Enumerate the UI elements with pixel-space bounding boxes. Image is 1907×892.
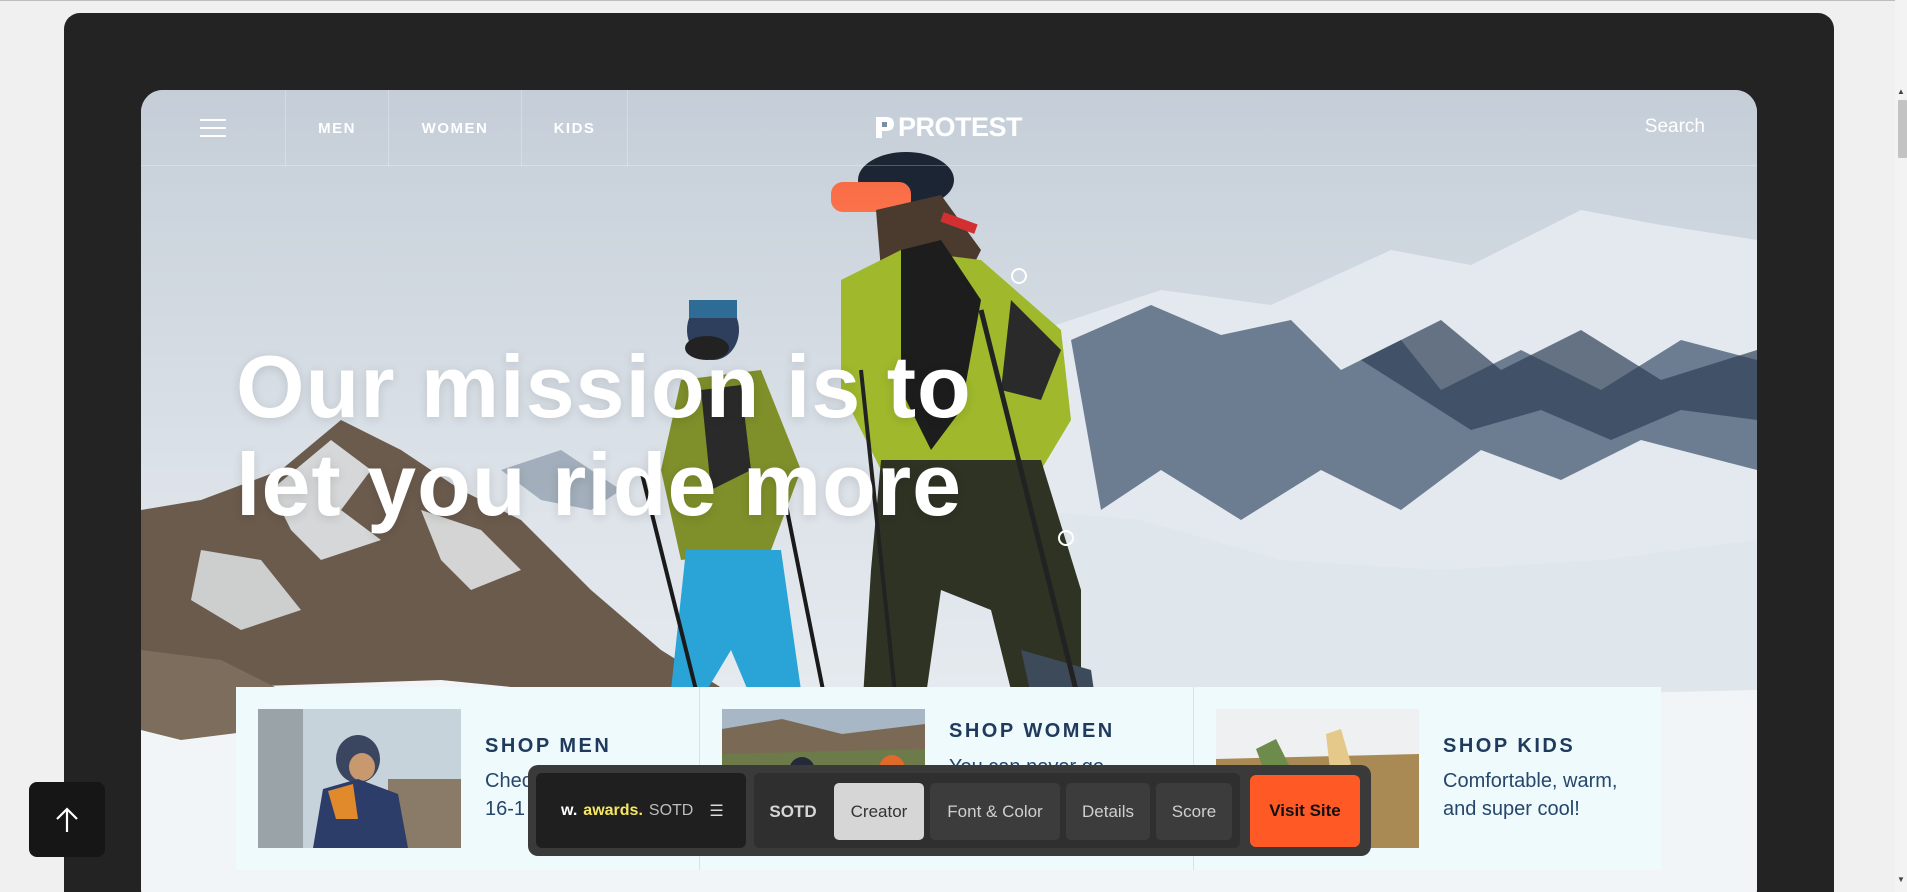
product-hotspot-pole[interactable] xyxy=(1058,530,1074,546)
tab-font-color[interactable]: Font & Color xyxy=(930,783,1060,840)
menu-button[interactable] xyxy=(141,90,286,166)
nav-link-kids[interactable]: KIDS xyxy=(522,90,628,166)
list-icon[interactable]: ☰ xyxy=(709,801,723,821)
tab-score[interactable]: Score xyxy=(1156,783,1232,840)
nav-link-men-label: MEN xyxy=(318,119,356,137)
nav-link-women-label: WOMEN xyxy=(421,119,489,137)
scroll-down-arrow-icon[interactable]: ▼ xyxy=(1897,876,1905,884)
shop-men-thumbnail xyxy=(258,709,461,848)
site-header: MEN WOMEN KIDS PROTEST Search xyxy=(141,90,1757,166)
browser-scrollbar[interactable]: ▲ ▼ xyxy=(1895,0,1907,892)
protest-logo-icon xyxy=(876,117,894,138)
search-link[interactable]: Search xyxy=(1645,116,1705,138)
awards-brand[interactable]: w. awards. SOTD ☰ xyxy=(536,773,746,848)
arrow-up-icon xyxy=(56,806,78,832)
logo-wordmark: PROTEST xyxy=(898,111,1023,142)
hero-headline-line-1: Our mission is to xyxy=(236,337,972,436)
awards-brand-awards: awards. xyxy=(583,801,643,819)
protest-logo[interactable]: PROTEST xyxy=(874,111,1023,142)
shop-men-title: SHOP MEN xyxy=(485,735,612,757)
awards-tabs: SOTD Creator Font & Color Details Score xyxy=(754,773,1240,848)
awards-toolbar: w. awards. SOTD ☰ SOTD Creator Font & Co… xyxy=(528,765,1371,856)
nav-link-men[interactable]: MEN xyxy=(286,90,389,166)
shop-women-title: SHOP WOMEN xyxy=(949,720,1115,742)
product-hotspot-jacket[interactable] xyxy=(1011,268,1027,284)
nav-link-women[interactable]: WOMEN xyxy=(389,90,522,166)
hero-headline: Our mission is to let you ride more xyxy=(236,338,1136,534)
hamburger-icon xyxy=(200,119,226,137)
shop-kids-text: Comfortable, warm, and super cool! xyxy=(1443,767,1618,823)
tab-sotd[interactable]: SOTD xyxy=(760,783,826,840)
shop-kids-text-line-1: Comfortable, warm, xyxy=(1443,770,1618,792)
shop-men-text-line-2: 16-1 xyxy=(485,798,526,820)
browser-top-edge xyxy=(0,0,1907,1)
awards-brand-sotd: SOTD xyxy=(648,801,694,819)
nav-link-kids-label: KIDS xyxy=(553,119,596,137)
scroll-up-arrow-icon[interactable]: ▲ xyxy=(1897,88,1905,96)
visit-site-button[interactable]: Visit Site xyxy=(1250,775,1360,847)
scroll-thumb[interactable] xyxy=(1898,100,1907,158)
hero-headline-line-2: let you ride more xyxy=(236,435,963,534)
shop-men-text-line-1: Chec xyxy=(485,770,532,792)
awards-brand-w: w. xyxy=(561,801,578,819)
tab-creator[interactable]: Creator xyxy=(834,783,924,840)
back-to-top-button[interactable] xyxy=(29,782,105,857)
tab-details[interactable]: Details xyxy=(1066,783,1150,840)
shop-kids-text-line-2: and super cool! xyxy=(1443,798,1580,820)
shop-kids-title: SHOP KIDS xyxy=(1443,735,1576,757)
shop-men-text: Chec 16-1 xyxy=(485,767,532,823)
